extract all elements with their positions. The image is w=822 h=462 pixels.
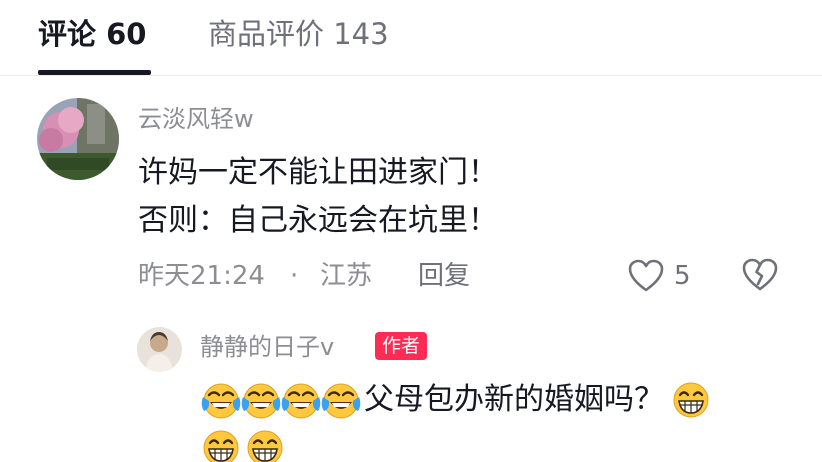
broken-heart-icon <box>742 258 778 291</box>
reply-username[interactable]: 静静的日子v <box>200 330 334 364</box>
dislike-button[interactable] <box>742 258 778 296</box>
tab-product-reviews[interactable]: 商品评价 143 <box>208 14 389 54</box>
comment-location: 江苏 <box>320 261 373 291</box>
grin-emoji <box>670 380 712 420</box>
reply-text-line: 父母包办新的婚姻吗？ <box>200 378 710 422</box>
reply-button[interactable]: 回复 <box>418 256 470 296</box>
comment-timestamp: 昨天21:24 <box>138 261 265 291</box>
active-tab-indicator <box>38 70 151 75</box>
comment-page: 评论 60 商品评价 143 云淡风轻w 许妈一定不能让田进家门！ 否则：自己永… <box>0 0 822 462</box>
like-button[interactable]: 5 <box>628 256 691 296</box>
reply-emoji-line <box>200 426 288 462</box>
grin-emoji <box>244 428 286 462</box>
comment-text-line: 许妈一定不能让田进家门！ <box>138 155 498 190</box>
grin-emoji <box>200 428 242 462</box>
laugh-cry-emoji <box>200 380 242 420</box>
avatar[interactable] <box>37 98 119 180</box>
reply-text: 父母包办新的婚姻吗？ <box>364 382 664 417</box>
meta-separator: · <box>290 261 299 291</box>
reply-avatar[interactable] <box>137 327 182 372</box>
comment-text-line: 否则：自己永远会在坑里！ <box>138 203 498 238</box>
laugh-cry-emoji <box>240 380 282 420</box>
like-count: 5 <box>674 261 691 291</box>
author-badge: 作者 <box>375 332 428 360</box>
laugh-cry-emoji <box>320 380 362 420</box>
tab-comments[interactable]: 评论 60 <box>38 14 146 54</box>
heart-outline-icon <box>628 259 664 292</box>
laugh-cry-emoji <box>280 380 322 420</box>
tab-bar: 评论 60 商品评价 143 <box>0 0 822 76</box>
comment-username[interactable]: 云淡风轻w <box>138 102 254 136</box>
